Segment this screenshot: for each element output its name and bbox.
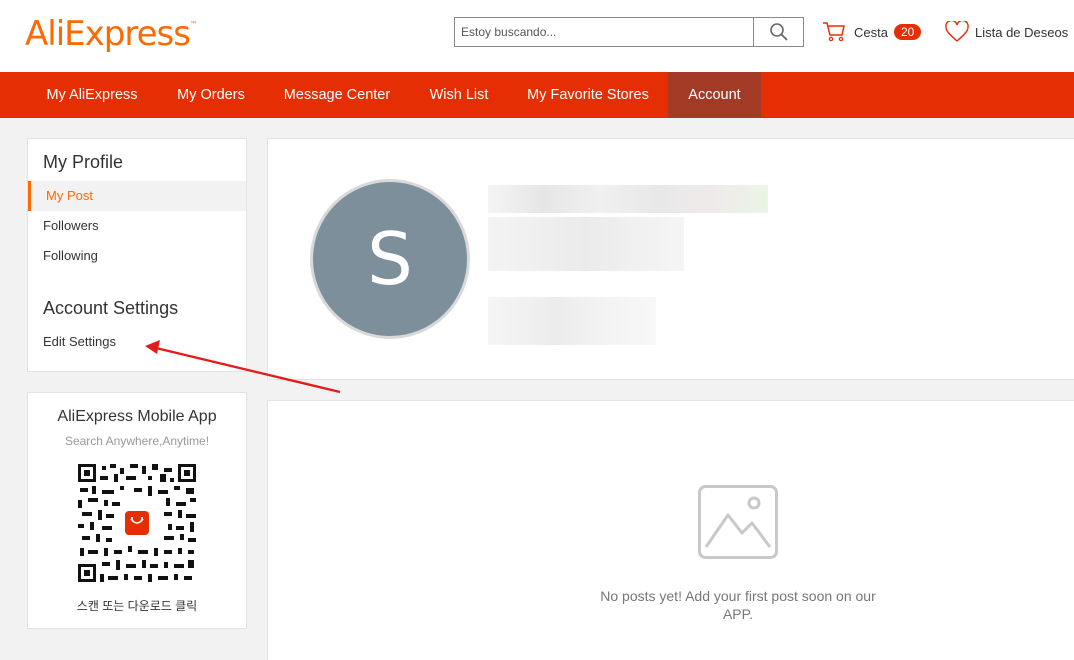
posts-card: No posts yet! Add your first post soon o… bbox=[267, 400, 1074, 660]
avatar[interactable]: S bbox=[310, 179, 470, 339]
aliexpress-logo[interactable]: AliExpress™ bbox=[25, 14, 198, 54]
nav-my-aliexpress[interactable]: My AliExpress bbox=[28, 72, 156, 118]
cart-count-badge: 20 bbox=[893, 24, 922, 40]
image-placeholder-icon bbox=[698, 485, 778, 559]
nav-wish-list[interactable]: Wish List bbox=[412, 72, 506, 118]
nav-my-orders[interactable]: My Orders bbox=[160, 72, 262, 118]
sidebar-item-following[interactable]: Following bbox=[28, 241, 246, 271]
empty-posts-message: No posts yet! Add your first post soon o… bbox=[600, 588, 876, 622]
account-settings-heading: Account Settings bbox=[43, 298, 179, 318]
app-title: AliExpress Mobile App bbox=[57, 408, 217, 425]
app-scan-text: 스캔 또는 다운로드 클릭 bbox=[76, 599, 198, 613]
search-icon bbox=[769, 23, 788, 41]
nav-account[interactable]: Account bbox=[668, 72, 761, 118]
profile-header-card: S bbox=[267, 138, 1074, 380]
sidebar-item-followers[interactable]: Followers bbox=[28, 211, 246, 241]
search-button[interactable] bbox=[753, 18, 803, 46]
nav-favorite-stores[interactable]: My Favorite Stores bbox=[510, 72, 666, 118]
mobile-app-card: AliExpress Mobile App Search Anywhere,An… bbox=[27, 392, 247, 629]
wishlist-label: Lista de Deseos bbox=[975, 24, 1069, 40]
wishlist-link[interactable]: Lista de Deseos bbox=[945, 20, 1068, 44]
heart-icon bbox=[945, 21, 969, 42]
profile-sidebar: My Profile My Post Followers Following A… bbox=[27, 138, 247, 372]
site-header: AliExpress™ Cesta 20 Lista de Deseos bbox=[0, 0, 1074, 72]
cart-link[interactable]: Cesta 20 bbox=[822, 20, 922, 44]
cart-icon bbox=[823, 22, 845, 42]
cart-label: Cesta bbox=[854, 24, 888, 40]
nav-message-center[interactable]: Message Center bbox=[268, 72, 406, 118]
sidebar-item-my-post[interactable]: My Post bbox=[28, 181, 246, 211]
my-profile-heading: My Profile bbox=[43, 152, 124, 172]
search-input[interactable] bbox=[455, 18, 754, 46]
app-subtitle: Search Anywhere,Anytime! bbox=[64, 434, 210, 448]
search-bar bbox=[454, 17, 804, 47]
qr-code-icon[interactable] bbox=[78, 464, 196, 582]
sidebar-item-edit-settings[interactable]: Edit Settings bbox=[28, 327, 246, 357]
main-nav: My AliExpress My Orders Message Center W… bbox=[0, 72, 1074, 118]
